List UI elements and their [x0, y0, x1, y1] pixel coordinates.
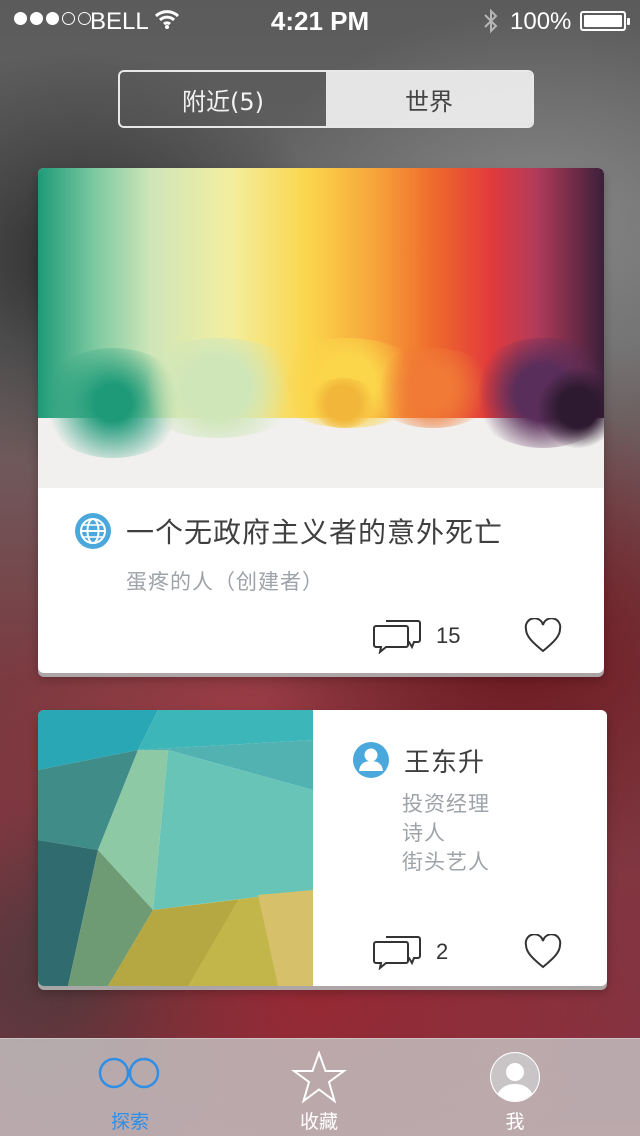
person-icon — [353, 742, 389, 778]
heart-icon[interactable] — [524, 618, 562, 654]
chat-bubbles-icon — [373, 620, 421, 654]
person-tags: 投资经理 诗人 街头艺人 — [402, 790, 490, 877]
chat-bubbles-icon — [373, 936, 421, 970]
person-cover-image — [38, 710, 313, 986]
segment-world[interactable]: 世界 — [326, 72, 532, 126]
heart-icon[interactable] — [524, 934, 562, 970]
status-bar: BELL 4:21 PM 100% — [0, 0, 640, 40]
tab-label: 我 — [505, 1111, 525, 1133]
tab-me[interactable]: 我 — [455, 1039, 575, 1136]
person-tag: 街头艺人 — [402, 850, 490, 874]
battery-icon — [580, 11, 630, 31]
comment-count: 15 — [436, 623, 461, 648]
comment-stat[interactable]: 15 — [372, 618, 460, 654]
star-icon — [291, 1051, 347, 1104]
person-tag: 诗人 — [402, 821, 446, 845]
comment-stat[interactable]: 2 — [372, 934, 448, 970]
topic-title: 一个无政府主义者的意外死亡 — [126, 516, 504, 549]
bluetooth-icon — [482, 8, 500, 41]
topic-creator: 蛋疼的人（创建者） — [126, 570, 324, 594]
topic-title-row: 一个无政府主义者的意外死亡 — [74, 511, 503, 551]
battery-percentage: 100% — [510, 8, 572, 35]
location-segmented-control: 附近(5) 世界 — [118, 70, 534, 128]
person-name-row: 王东升 — [352, 741, 485, 779]
person-name: 王东升 — [404, 747, 486, 778]
tab-label: 收藏 — [299, 1111, 338, 1133]
topic-cover-image — [38, 168, 604, 488]
segment-nearby[interactable]: 附近(5) — [120, 72, 326, 126]
comment-count: 2 — [436, 939, 449, 964]
tab-label: 探索 — [110, 1111, 149, 1133]
tab-bar: 探索 收藏 我 — [0, 1038, 640, 1136]
tab-favorites[interactable]: 收藏 — [259, 1039, 379, 1136]
avatar-icon — [490, 1052, 540, 1102]
person-card[interactable]: 王东升 投资经理 诗人 街头艺人 2 — [38, 710, 607, 986]
tab-explore[interactable]: 探索 — [70, 1039, 190, 1136]
globe-icon — [75, 513, 111, 549]
topic-card[interactable]: 一个无政府主义者的意外死亡 蛋疼的人（创建者） 15 — [38, 168, 604, 673]
person-tag: 投资经理 — [402, 792, 490, 816]
explore-icon — [98, 1057, 160, 1089]
